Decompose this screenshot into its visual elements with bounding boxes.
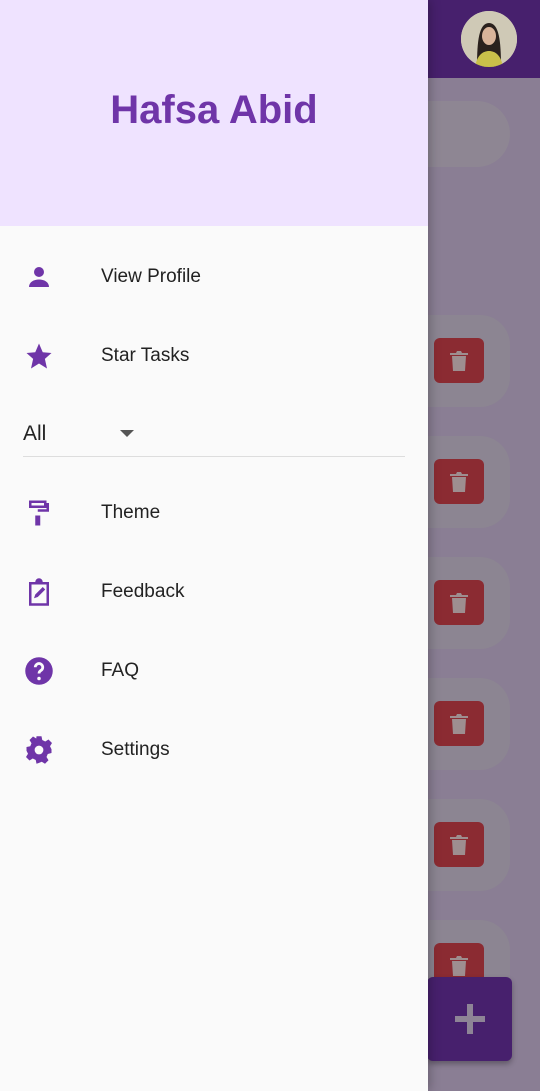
menu-label: Settings [101,739,170,760]
menu-label: View Profile [101,266,201,287]
gear-icon [24,735,54,765]
menu-label: Feedback [101,581,185,602]
plus-icon [454,1004,485,1034]
trash-icon [450,350,468,371]
menu-item-star-tasks[interactable]: Star Tasks [0,326,428,386]
trash-icon [450,592,468,613]
trash-icon [450,471,468,492]
delete-task-button[interactable] [434,701,484,746]
navigation-drawer: Hafsa Abid View Profile Star Tasks All T… [0,0,428,1091]
paint-roller-icon [24,498,54,528]
help-circle-icon [24,656,54,686]
avatar-photo-icon [461,11,517,67]
delete-task-button[interactable] [434,459,484,504]
delete-task-button[interactable] [434,338,484,383]
menu-item-theme[interactable]: Theme [0,483,428,543]
add-task-button[interactable] [427,977,512,1061]
clipboard-edit-icon [24,577,54,607]
trash-icon [450,955,468,976]
filter-selected-value: All [23,422,47,445]
drawer-header: Hafsa Abid [0,0,428,226]
person-icon [24,262,54,292]
menu-label: FAQ [101,660,140,681]
dropdown-arrow-icon [120,430,134,437]
menu-item-view-profile[interactable]: View Profile [0,247,428,307]
task-filter-dropdown[interactable]: All [23,414,405,457]
delete-task-button[interactable] [434,822,484,867]
profile-avatar[interactable] [461,11,517,67]
trash-icon [450,713,468,734]
menu-label: Star Tasks [101,345,190,366]
delete-task-button[interactable] [434,580,484,625]
menu-item-feedback[interactable]: Feedback [0,562,428,622]
menu-item-settings[interactable]: Settings [0,720,428,780]
trash-icon [450,834,468,855]
user-name: Hafsa Abid [110,88,318,132]
menu-label: Theme [101,502,161,523]
star-icon [24,341,54,371]
menu-item-faq[interactable]: FAQ [0,641,428,701]
